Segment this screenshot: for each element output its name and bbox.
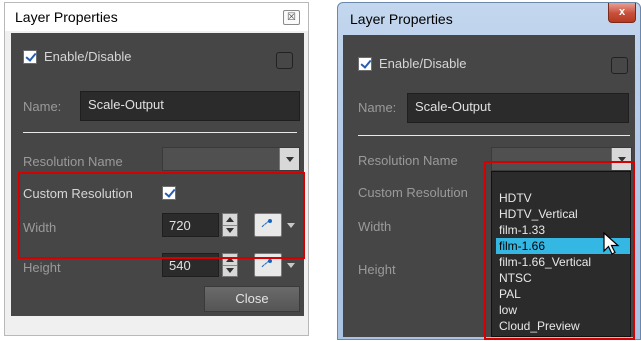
window-title: Layer Properties	[15, 9, 118, 25]
name-label: Name:	[358, 100, 397, 115]
visibility-toggle[interactable]	[276, 52, 293, 69]
close-icon[interactable]: ☒	[283, 10, 300, 25]
name-label: Name:	[23, 99, 62, 114]
enable-label: Enable/Disable	[379, 56, 467, 71]
annotation-highlight-box	[18, 172, 305, 259]
width-label: Width	[358, 219, 392, 234]
enable-checkbox[interactable]	[23, 50, 37, 64]
enable-label: Enable/Disable	[44, 49, 132, 64]
close-button[interactable]: Close	[204, 286, 300, 312]
chevron-down-icon[interactable]	[287, 263, 295, 268]
visibility-toggle[interactable]	[611, 57, 628, 74]
down-arrow-icon[interactable]	[226, 268, 234, 273]
chevron-down-icon[interactable]	[279, 148, 299, 170]
height-label: Height	[23, 260, 61, 275]
height-label: Height	[358, 262, 396, 277]
stepper-divider	[223, 265, 237, 266]
window-title: Layer Properties	[350, 11, 453, 27]
close-icon[interactable]: x	[608, 3, 636, 23]
title-bar[interactable]: Layer Properties ☒	[5, 3, 308, 31]
divider	[23, 132, 297, 133]
layer-properties-window-left: Layer Properties ☒ Enable/Disable Name: …	[4, 2, 309, 336]
divider	[358, 135, 630, 136]
resolution-name-label: Resolution Name	[23, 154, 123, 169]
name-field[interactable]: Scale-Output	[80, 91, 300, 121]
resolution-name-dropdown[interactable]	[162, 147, 300, 171]
custom-resolution-label: Custom Resolution	[358, 185, 468, 200]
resolution-name-label: Resolution Name	[358, 153, 458, 168]
annotation-highlight-box	[484, 161, 635, 340]
name-field[interactable]: Scale-Output	[407, 93, 629, 123]
enable-checkbox[interactable]	[358, 57, 372, 71]
